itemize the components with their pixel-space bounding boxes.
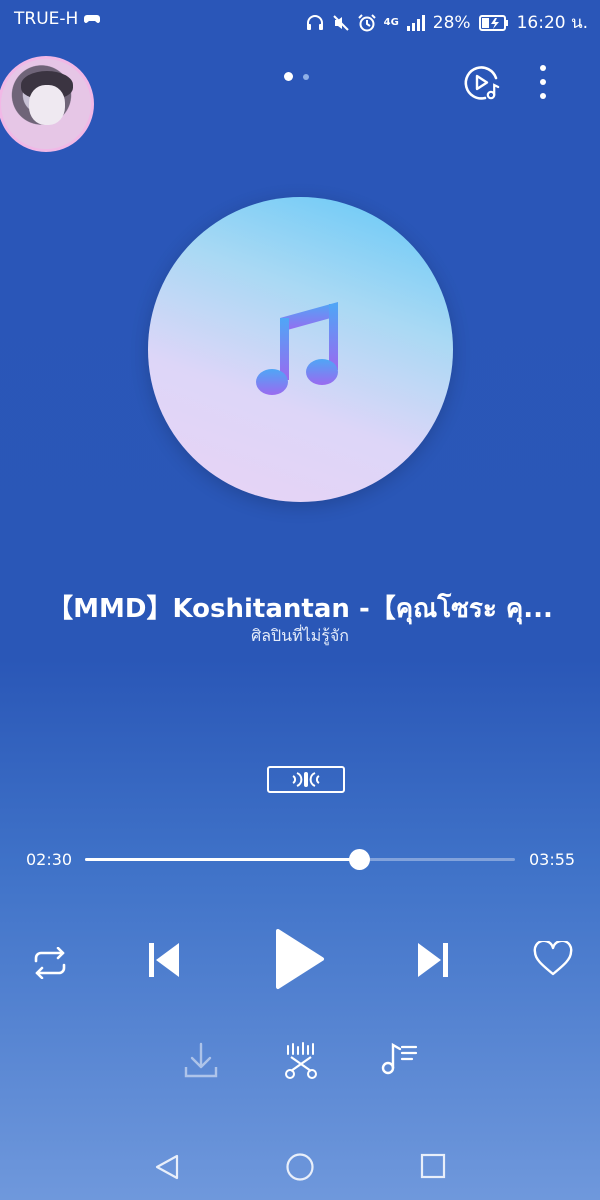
battery-charging-icon — [478, 14, 508, 31]
current-time: 02:30 — [26, 850, 73, 869]
sound-effect-button[interactable] — [267, 766, 345, 793]
battery-percent: 28% — [432, 12, 471, 33]
progress-thumb[interactable] — [349, 849, 370, 870]
system-navigation-bar — [0, 1130, 600, 1200]
music-note-icon — [256, 302, 338, 395]
clock: 16:20 น. — [516, 13, 588, 33]
queue-music-icon[interactable] — [380, 1041, 418, 1077]
network-type: 4G — [383, 17, 399, 28]
track-artist: ศิลปินที่ไม่รู้จัก — [251, 626, 349, 645]
download-icon[interactable] — [183, 1041, 219, 1079]
mute-icon — [332, 14, 349, 31]
play-icon[interactable] — [274, 927, 326, 991]
skip-next-icon[interactable] — [416, 941, 450, 979]
repeat-icon[interactable] — [31, 947, 69, 979]
status-icons: 4G 28% 16:20 น. — [306, 9, 588, 36]
carrier-area: TRUE-H — [14, 9, 101, 29]
more-vertical-icon[interactable] — [530, 62, 556, 102]
page-dot-active — [284, 72, 293, 81]
skip-previous-icon[interactable] — [147, 941, 181, 979]
heart-icon[interactable] — [533, 941, 573, 977]
status-bar: TRUE-H 4G 28% 16:20 น. — [0, 0, 600, 40]
carrier-name: TRUE-H — [14, 9, 79, 29]
alarm-icon — [357, 13, 376, 31]
progress-fill — [85, 858, 359, 861]
album-thumbnail[interactable] — [0, 56, 94, 152]
total-time: 03:55 — [529, 850, 576, 869]
signal-icon — [406, 14, 425, 31]
scissors-cut-icon[interactable] — [283, 1041, 319, 1081]
page-dot — [303, 73, 309, 80]
headphones-icon — [306, 14, 323, 30]
cast-music-icon[interactable] — [463, 64, 501, 102]
game-controller-icon — [84, 15, 101, 23]
page-indicator — [284, 72, 309, 81]
recents-icon[interactable] — [420, 1153, 446, 1179]
back-icon[interactable] — [153, 1153, 181, 1181]
home-icon[interactable] — [285, 1152, 315, 1182]
sound-effect-icon — [292, 772, 320, 787]
track-title: 【MMD】Koshitantan -【คุณโซระ คุ... — [47, 594, 553, 624]
